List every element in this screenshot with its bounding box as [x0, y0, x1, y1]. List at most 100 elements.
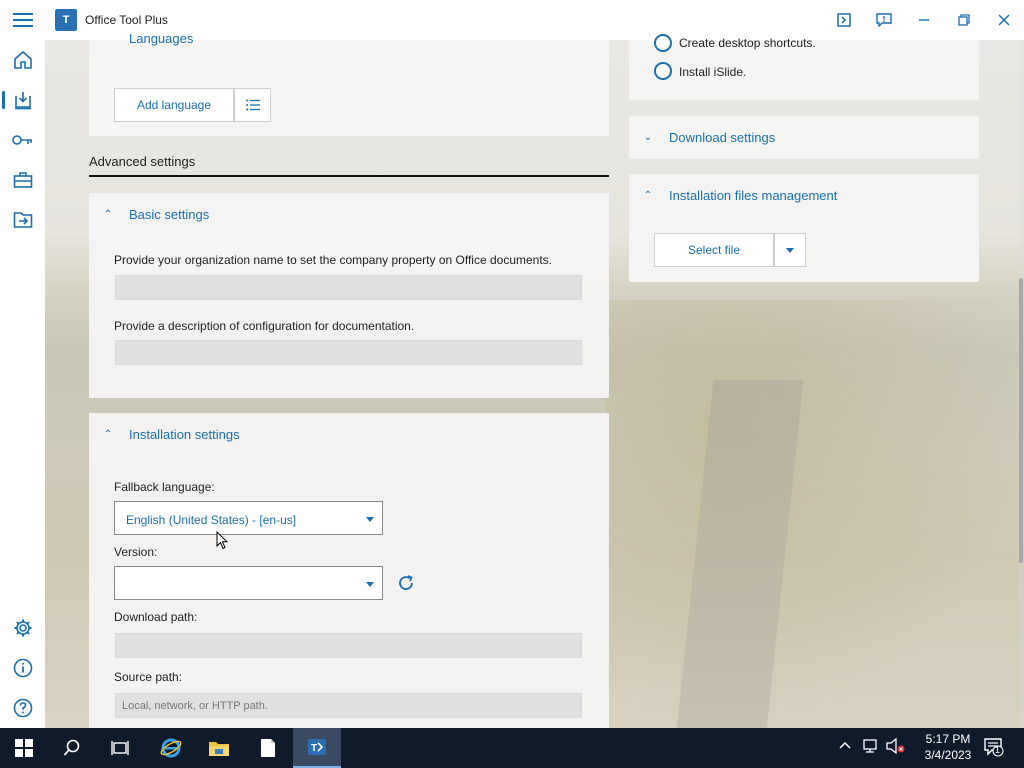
folder-export-icon	[13, 212, 32, 228]
start-button[interactable]	[0, 728, 48, 768]
version-label: Version:	[114, 545, 158, 559]
organization-label: Provide your organization name to set th…	[114, 253, 553, 267]
installation-files-header[interactable]: ⌃ Installation files management	[641, 188, 838, 203]
volume-button[interactable]	[886, 737, 906, 757]
installation-settings-panel: ⌃ Installation settings Fallback languag…	[89, 413, 609, 728]
download-path-label: Download path:	[114, 610, 198, 624]
create-shortcuts-label: Create desktop shortcuts.	[679, 36, 816, 50]
advanced-settings-title: Advanced settings	[89, 154, 196, 169]
taskbar-edge[interactable]	[147, 728, 195, 768]
options-panel: Create desktop shortcuts. Install iSlide…	[629, 34, 979, 100]
terminal-icon	[837, 13, 851, 27]
install-islide-radio[interactable]	[654, 62, 672, 80]
notification-icon	[984, 738, 1004, 757]
chevron-up-icon	[839, 741, 851, 749]
installation-settings-header[interactable]: ⌃ Installation settings	[101, 427, 240, 442]
taskbar-office-tool-plus[interactable]: T	[293, 728, 341, 768]
language-panel: Languages Add language	[89, 31, 609, 136]
system-clock[interactable]: 5:17 PM 3/4/2023	[918, 731, 978, 763]
minimize-icon	[919, 19, 929, 21]
description-field[interactable]	[115, 340, 582, 365]
add-language-button[interactable]: Add language	[114, 88, 234, 122]
nav-help[interactable]	[0, 688, 45, 728]
nav-activation[interactable]	[0, 120, 45, 160]
basic-settings-panel: ⌃ Basic settings Provide your organizati…	[89, 193, 609, 398]
fallback-language-value: English (United States) - [en-us]	[126, 513, 297, 527]
key-icon	[11, 135, 32, 145]
toolbox-icon	[13, 172, 32, 188]
taskbar-notepad[interactable]	[244, 728, 292, 768]
dropdown-arrow-icon	[786, 247, 794, 253]
left-navigation	[0, 40, 45, 728]
nav-documents[interactable]	[0, 200, 45, 240]
document-icon	[261, 739, 275, 757]
select-file-button[interactable]: Select file	[654, 233, 774, 267]
show-hidden-icons-button[interactable]	[838, 738, 852, 753]
home-icon	[13, 50, 32, 69]
app-title: Office Tool Plus	[85, 13, 168, 27]
notification-count: 1	[995, 745, 1001, 755]
taskbar-file-explorer[interactable]	[195, 728, 243, 768]
nav-deploy[interactable]	[0, 80, 45, 120]
nav-toolbox[interactable]	[0, 160, 45, 200]
restore-icon	[958, 14, 970, 26]
installation-settings-title: Installation settings	[129, 427, 240, 442]
help-icon	[13, 698, 32, 718]
search-button[interactable]	[48, 728, 96, 768]
task-view-button[interactable]	[96, 728, 144, 768]
gear-icon	[14, 619, 31, 637]
version-select[interactable]	[114, 566, 383, 600]
install-islide-label: Install iSlide.	[679, 65, 747, 79]
clock-time: 5:17 PM	[925, 732, 971, 746]
nav-about[interactable]	[0, 648, 45, 688]
network-icon	[863, 739, 877, 753]
svg-text:T: T	[311, 743, 317, 754]
clock-date: 3/4/2023	[924, 748, 972, 762]
search-icon	[63, 739, 80, 756]
close-icon	[998, 14, 1010, 26]
installation-files-title: Installation files management	[669, 188, 838, 203]
terminal-button[interactable]	[824, 0, 864, 40]
select-file-dropdown-button[interactable]	[774, 233, 806, 267]
hamburger-icon	[12, 13, 33, 27]
restore-button[interactable]	[944, 0, 984, 40]
active-indicator	[2, 91, 5, 109]
close-button[interactable]	[984, 0, 1024, 40]
chevron-down-icon: ⌄	[643, 132, 653, 143]
basic-settings-header[interactable]: ⌃ Basic settings	[101, 207, 209, 222]
refresh-button[interactable]	[397, 574, 417, 594]
scrollbar-thumb[interactable]	[1019, 278, 1023, 563]
minimize-button[interactable]	[904, 0, 944, 40]
list-icon	[245, 99, 260, 111]
task-view-icon	[111, 741, 129, 755]
dropdown-arrow-icon	[366, 517, 374, 522]
download-settings-header[interactable]: ⌄ Download settings	[641, 130, 775, 145]
hamburger-menu-button[interactable]	[0, 0, 45, 40]
folder-icon	[209, 742, 229, 756]
refresh-icon	[399, 575, 413, 590]
download-settings-panel: ⌄ Download settings	[629, 116, 979, 159]
chevron-up-icon: ⌃	[103, 209, 113, 220]
create-shortcuts-radio[interactable]	[654, 34, 672, 52]
source-path-label: Source path:	[114, 670, 183, 684]
action-center-button[interactable]: 1	[984, 737, 1004, 760]
language-list-button[interactable]	[234, 88, 271, 122]
volume-muted-icon	[886, 737, 905, 755]
nav-settings[interactable]	[0, 608, 45, 648]
dropdown-arrow-icon	[366, 582, 374, 587]
organization-field[interactable]	[115, 275, 582, 300]
windows-logo-icon	[15, 739, 33, 757]
mouse-cursor-icon	[216, 531, 228, 550]
languages-heading: Languages	[129, 31, 194, 46]
nav-home[interactable]	[0, 40, 45, 80]
source-path-field[interactable]: Local, network, or HTTP path.	[115, 693, 582, 718]
download-path-field[interactable]	[115, 633, 582, 658]
feedback-button[interactable]	[864, 0, 904, 40]
chevron-up-icon: ⌃	[103, 429, 113, 440]
info-icon	[13, 658, 32, 678]
download-settings-title: Download settings	[669, 130, 776, 145]
advanced-settings-divider	[89, 175, 609, 177]
fallback-language-select[interactable]: English (United States) - [en-us]	[114, 501, 383, 535]
basic-settings-title: Basic settings	[129, 207, 210, 222]
network-button[interactable]	[862, 738, 880, 757]
